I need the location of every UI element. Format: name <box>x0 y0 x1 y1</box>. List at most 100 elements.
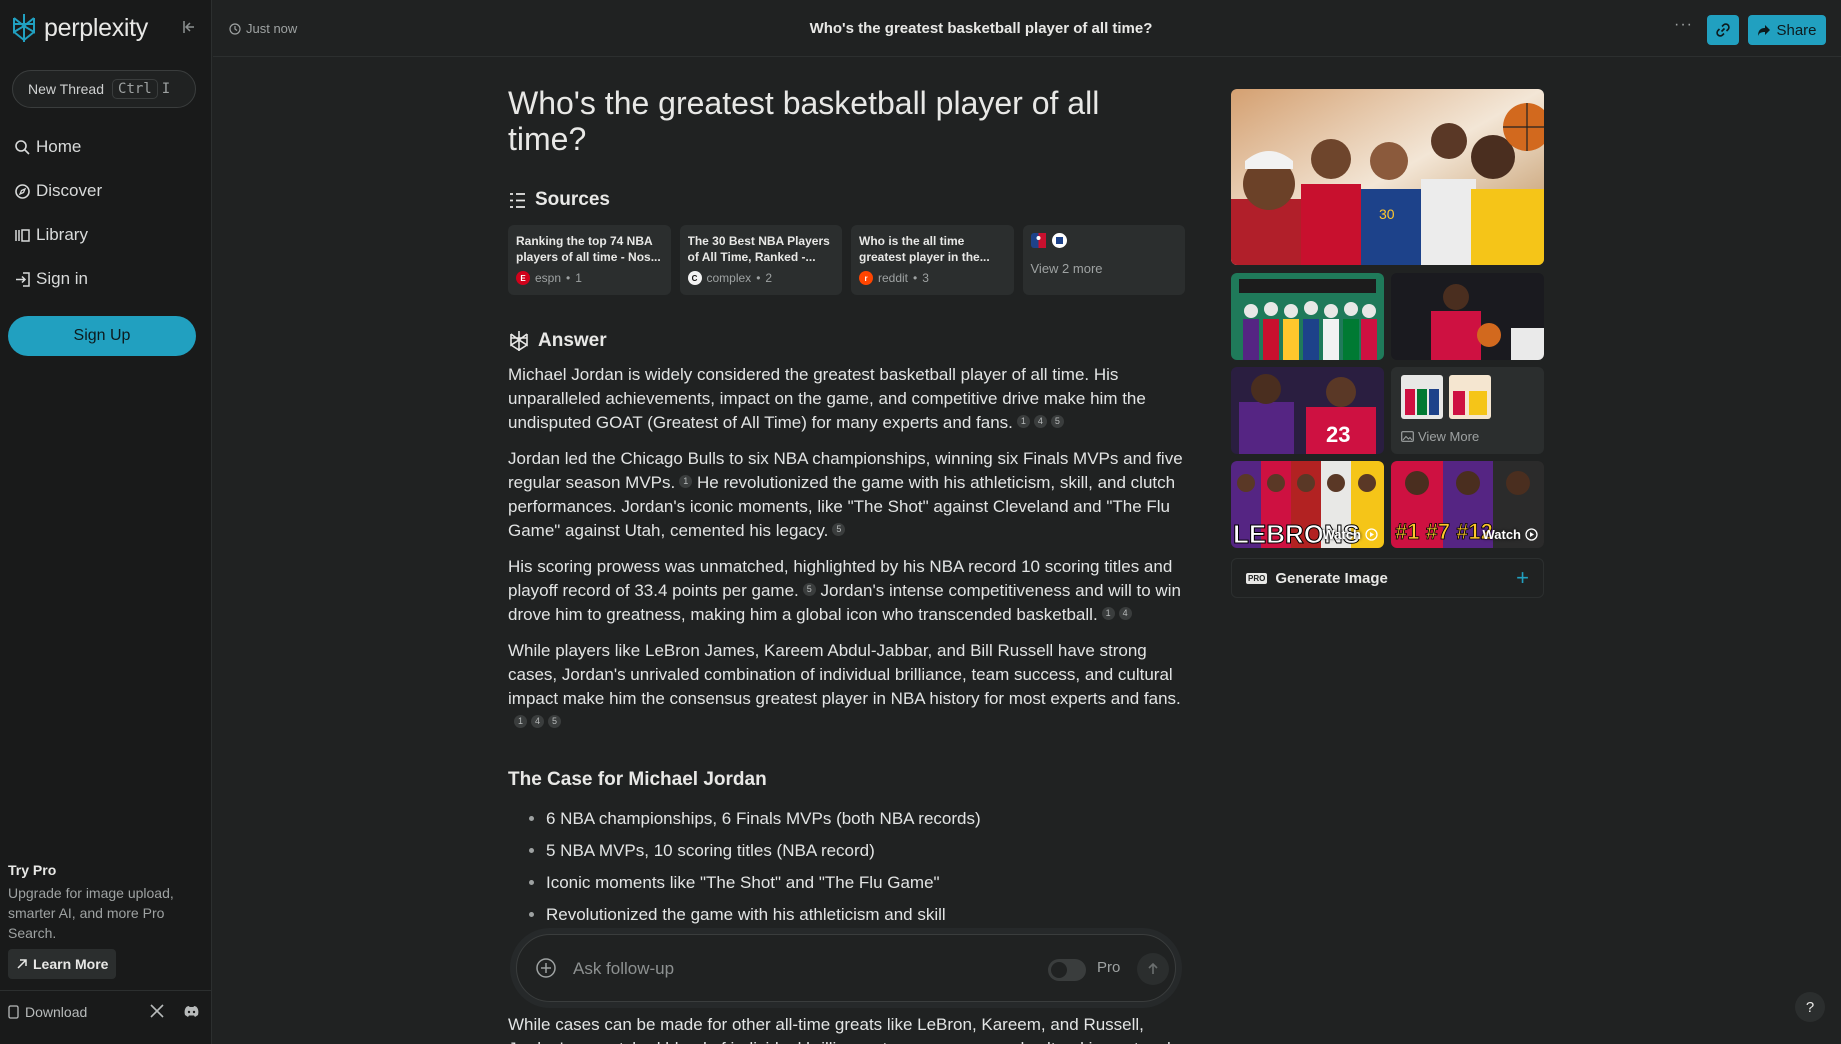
answer-heading: Answer <box>508 329 1185 353</box>
source-card[interactable]: Ranking the top 74 NBA players of all ti… <box>508 225 671 295</box>
source-title: Who is the all time greatest player in t… <box>859 234 990 264</box>
source-meta: E espn • 1 <box>516 271 663 285</box>
share-button[interactable]: Share <box>1748 15 1826 45</box>
watch-label: Watch <box>1482 527 1521 542</box>
pro-toggle[interactable] <box>1048 959 1086 981</box>
perplexity-logo[interactable]: perplexity <box>10 12 148 44</box>
citation[interactable]: 1 <box>1101 606 1115 620</box>
source-title: The 30 Best NBA Players of All Time, Ran… <box>687 234 830 264</box>
list-item: Iconic moments like "The Shot" and "The … <box>546 867 1185 899</box>
shortcut-ctrl: Ctrl <box>112 79 158 99</box>
source-number: 2 <box>765 271 773 285</box>
watch-label: Watch <box>1322 527 1361 542</box>
generate-image-label: Generate Image <box>1275 569 1388 587</box>
source-site: complex <box>706 271 752 285</box>
discord-icon[interactable] <box>183 1005 200 1023</box>
more-options-icon[interactable]: ··· <box>1674 16 1693 34</box>
new-thread-label: New Thread <box>28 81 105 97</box>
x-twitter-icon[interactable] <box>150 1004 164 1023</box>
bullet-list: 6 NBA championships, 6 Finals MVPs (both… <box>508 803 1185 931</box>
sidebar-item-label: Library <box>36 225 88 244</box>
source-title: Ranking the top 74 NBA players of all ti… <box>516 234 661 264</box>
sign-up-button[interactable]: Sign Up <box>8 316 196 356</box>
answer-thread: Who's the greatest basketball player of … <box>508 85 1185 1044</box>
site-favicon-icon <box>1051 233 1067 248</box>
sign-in-icon <box>16 271 30 287</box>
answer-heading-label: Answer <box>538 330 607 351</box>
library-icon <box>15 228 30 242</box>
plus-icon: + <box>1516 565 1529 590</box>
view-more-sources-card[interactable]: View 2 more <box>1022 225 1185 295</box>
new-thread-button[interactable]: New Thread Ctrl I <box>12 70 196 108</box>
answer-paragraph: While cases can be made for other all-ti… <box>508 1015 1185 1044</box>
search-icon <box>15 139 30 155</box>
thumbnail-image[interactable]: 23 <box>1231 367 1384 454</box>
nba-favicon-icon <box>1030 233 1046 248</box>
video-thumbnail[interactable]: #1 #7 #12 Watch <box>1391 461 1544 548</box>
citation[interactable]: 4 <box>531 714 544 728</box>
video-overlay-text: #1 #7 #12 <box>1395 519 1493 544</box>
answer-paragraph: Michael Jordan is widely considered the … <box>508 363 1185 435</box>
citation[interactable]: 4 <box>1118 606 1132 620</box>
source-site: espn <box>535 271 562 285</box>
citation[interactable]: 1 <box>514 714 527 728</box>
thumbnail-image[interactable] <box>1231 273 1384 360</box>
link-icon <box>1716 23 1730 37</box>
play-icon <box>1365 528 1378 541</box>
source-card[interactable]: The 30 Best NBA Players of All Time, Ran… <box>679 225 842 295</box>
answer-text: While players like LeBron James, Kareem … <box>508 641 1181 708</box>
hero-image[interactable]: 30 <box>1231 89 1544 265</box>
view-more-images[interactable]: View More <box>1391 367 1544 454</box>
video-thumbnail[interactable]: LEBRONS Watch <box>1231 461 1384 548</box>
sidebar-divider <box>0 990 212 991</box>
citation[interactable]: 5 <box>548 714 561 728</box>
share-icon <box>1758 24 1771 36</box>
citation[interactable]: 4 <box>1033 414 1047 428</box>
thread-title: Who's the greatest basketball player of … <box>809 20 1153 37</box>
sidebar-item-home[interactable]: Home <box>14 137 81 157</box>
try-pro-title: Try Pro <box>8 862 57 878</box>
complex-favicon-icon: C <box>687 271 702 285</box>
follow-up-input[interactable] <box>573 953 973 985</box>
generate-image-button[interactable]: PRO Generate Image + <box>1231 558 1544 598</box>
citation[interactable]: 5 <box>802 582 816 596</box>
pro-badge: PRO <box>1246 572 1268 584</box>
sidebar-item-label: Home <box>36 137 82 156</box>
watch-button[interactable]: Watch <box>1322 527 1378 542</box>
answer-paragraph: His scoring prowess was unmatched, highl… <box>508 555 1185 627</box>
attach-plus-icon[interactable] <box>535 957 557 984</box>
help-button[interactable]: ? <box>1795 992 1825 1022</box>
learn-more-button[interactable]: Learn More <box>8 949 117 979</box>
sidebar-item-signin[interactable]: Sign in <box>14 269 88 289</box>
perplexity-answer-icon <box>510 331 528 351</box>
svg-text:23: 23 <box>1326 422 1350 447</box>
more-favicons <box>1030 233 1178 248</box>
play-icon <box>1525 528 1538 541</box>
list-item: Revolutionized the game with his athleti… <box>546 899 1185 931</box>
download-link[interactable]: Download <box>8 1004 87 1020</box>
source-separator: • <box>756 271 761 285</box>
citation[interactable]: 1 <box>1016 414 1030 428</box>
source-card[interactable]: Who is the all time greatest player in t… <box>851 225 1014 295</box>
sources-heading: Sources <box>508 189 1185 211</box>
copy-link-button[interactable] <box>1707 15 1739 45</box>
thumbnail-image[interactable] <box>1391 273 1544 360</box>
citation[interactable]: 1 <box>679 474 693 488</box>
source-number: 3 <box>922 271 929 285</box>
submit-button[interactable] <box>1137 953 1169 985</box>
reddit-favicon-icon: r <box>859 271 873 285</box>
citation[interactable]: 5 <box>832 522 846 536</box>
source-meta: r reddit • 3 <box>859 271 1006 285</box>
learn-more-label: Learn More <box>33 956 109 972</box>
sidebar-item-discover[interactable]: Discover <box>14 181 102 201</box>
collapse-sidebar-icon[interactable] <box>182 20 196 37</box>
source-number: 1 <box>575 271 582 285</box>
toggle-knob <box>1051 962 1067 978</box>
sidebar-item-library[interactable]: Library <box>14 225 88 245</box>
share-label: Share <box>1776 21 1817 39</box>
section-heading: The Case for Michael Jordan <box>508 769 767 790</box>
watch-button[interactable]: Watch <box>1482 527 1538 542</box>
sidebar-item-label: Discover <box>36 181 103 200</box>
citation[interactable]: 5 <box>1050 414 1064 428</box>
sidebar: perplexity New Thread Ctrl I Home Discov… <box>0 0 212 1044</box>
